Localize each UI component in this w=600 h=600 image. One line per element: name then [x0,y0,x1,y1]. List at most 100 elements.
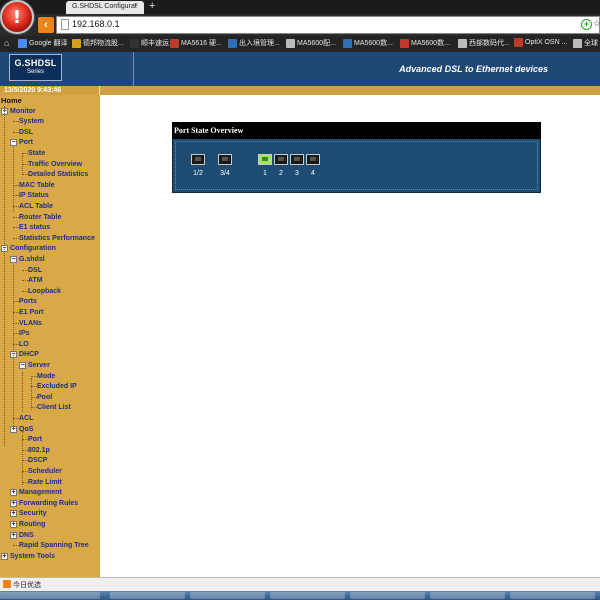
sidebar-item-scheduler[interactable]: Scheduler [28,467,62,476]
sidebar-item-rate-limit[interactable]: Rate Limit [28,478,62,487]
expand-icon[interactable]: + [10,531,17,539]
bookmark-item[interactable]: MA5600配... [286,38,336,48]
sidebar-item-dns[interactable]: DNS [19,531,34,540]
tab-close-icon[interactable]: × [134,2,138,9]
taskbar-item[interactable] [0,592,100,599]
expand-icon[interactable]: + [10,521,17,528]
sidebar-item-port[interactable]: Port [19,138,33,147]
sidebar-item-atm[interactable]: ATM [28,276,43,285]
sidebar-item-802-1p[interactable]: 802.1p [28,446,50,455]
bookmark-favicon-icon [286,38,295,48]
sidebar-item-management[interactable]: Management [19,488,62,497]
taskbar-item[interactable] [110,592,185,599]
sidebar-item-traffic-overview[interactable]: Traffic Overview [28,160,82,169]
collapse-icon[interactable]: − [19,362,26,369]
sidebar-item-statistics-performance[interactable]: Statistics Performance [19,234,95,243]
expand-icon[interactable]: + [10,489,17,497]
bookmark-favicon-icon [18,38,27,48]
sidebar-item-qos[interactable]: QoS [19,425,33,434]
bookmark-item[interactable]: 德邦物流股... [72,38,124,48]
bookmark-item[interactable]: 西部数码代... [458,38,510,48]
sidebar-item-system[interactable]: System [19,117,44,126]
port-4-icon[interactable] [306,154,320,165]
port-3-icon[interactable] [290,154,304,165]
bookmark-item[interactable]: OptiX OSN ... [514,38,567,47]
sidebar-item-port[interactable]: Port [28,435,42,444]
bookmark-item[interactable]: Google 翻译 [18,38,68,48]
sidebar-item-state[interactable]: State [28,149,45,158]
sidebar-item-dsl[interactable]: DSL [19,128,33,137]
sidebar-item-lo[interactable]: LO [19,340,29,349]
sidebar-item-ip-status[interactable]: IP Status [19,191,49,200]
bookmark-favicon-icon [228,38,237,48]
status-text[interactable]: 今日优选 [13,580,41,590]
sidebar-item-routing[interactable]: Routing [19,520,45,529]
sidebar-item-dhcp[interactable]: DHCP [19,350,39,359]
sidebar-item-client-list[interactable]: Client List [37,403,71,412]
sidebar-item-monitor[interactable]: Monitor [10,107,36,116]
tab-gshdsl[interactable]: G.SHDSL Configurat [66,1,144,14]
sidebar-item-mac-table[interactable]: MAC Table [19,181,55,190]
sidebar-item-router-table[interactable]: Router Table [19,213,61,222]
sidebar-item-e1-port[interactable]: E1 Port [19,308,44,317]
sidebar-item-pool[interactable]: Pool [37,393,52,402]
star-icon[interactable]: ☆ [593,18,600,29]
bookmark-item[interactable]: MA5600数... [343,38,393,48]
promo-icon[interactable] [3,580,11,588]
sidebar-item-detailed-statistics[interactable]: Detailed Statistics [28,170,88,179]
port-1-icon[interactable] [258,154,272,165]
sidebar-item-ports[interactable]: Ports [19,297,37,306]
port-3-4-icon[interactable] [218,154,232,165]
sidebar-item-mode[interactable]: Mode [37,372,55,381]
sidebar-item-e1-status[interactable]: E1 status [19,223,50,232]
sidebar-item-acl-table[interactable]: ACL Table [19,202,53,211]
sidebar-item-forwarding-rules[interactable]: Forwarding Rules [19,499,78,508]
sidebar-item-rapid-spanning-tree[interactable]: Rapid Spanning Tree [19,541,89,550]
taskbar-item[interactable] [430,592,505,599]
taskbar-item[interactable] [350,592,425,599]
home-icon[interactable]: ⌂ [4,38,9,48]
bookmark-item[interactable]: MA5616 硬... [170,38,222,48]
collapse-icon[interactable]: − [10,256,17,263]
address-bar[interactable] [56,16,600,34]
bookmark-item[interactable]: 顺丰速运 [130,38,169,48]
expand-icon[interactable]: + [1,552,8,560]
sidebar-item-g-shdsl[interactable]: G.shdsl [19,255,45,264]
sidebar-item-acl[interactable]: ACL [19,414,33,423]
sidebar-item-ips[interactable]: IPs [19,329,30,338]
add-icon[interactable]: + [581,19,592,30]
product-logo: G.SHDSL Series [9,54,62,81]
back-button[interactable]: ‹ [38,17,54,33]
bookmark-item[interactable]: MA5600数... [400,38,450,48]
bookmark-favicon-icon [343,38,352,48]
taskbar-item[interactable] [270,592,345,599]
tree-guide-line [31,378,32,410]
browser-logo-icon[interactable]: ! [0,0,34,34]
expand-icon[interactable]: + [10,499,17,507]
sidebar-item-system-tools[interactable]: System Tools [10,552,55,561]
taskbar-item[interactable] [190,592,265,599]
header-tagline: Advanced DSL to Ethernet devices [399,64,548,74]
sidebar-item-security[interactable]: Security [19,509,47,518]
sidebar-item-loopback[interactable]: Loopback [28,287,61,296]
sidebar-item-configuration[interactable]: Configuration [10,244,56,253]
bookmark-item[interactable]: 出入境管理... [228,38,280,48]
expand-icon[interactable]: + [10,510,17,518]
bookmark-label: 顺丰速运 [141,40,169,47]
collapse-icon[interactable]: − [10,139,17,147]
sidebar-item-dscp[interactable]: DSCP [28,456,47,465]
sidebar-item-excluded-ip[interactable]: Excluded IP [37,382,77,391]
bookmark-label: 出入境管理... [239,40,280,47]
bookmark-label: OptiX OSN ... [525,39,568,46]
port-2-icon[interactable] [274,154,288,165]
sidebar-item-server[interactable]: Server [28,361,50,370]
port-1-2-icon[interactable] [191,154,205,165]
sidebar-item-vlans[interactable]: VLANs [19,319,42,328]
sidebar-item-dsl[interactable]: DSL [28,266,42,275]
sidebar-item-home[interactable]: Home [1,96,22,105]
url-text[interactable]: 192.168.0.1 [72,19,120,29]
datetime-bar [0,86,600,95]
new-tab-button[interactable]: + [149,0,155,12]
taskbar-item[interactable] [510,592,595,599]
bookmark-item[interactable]: 全球 [573,38,598,48]
